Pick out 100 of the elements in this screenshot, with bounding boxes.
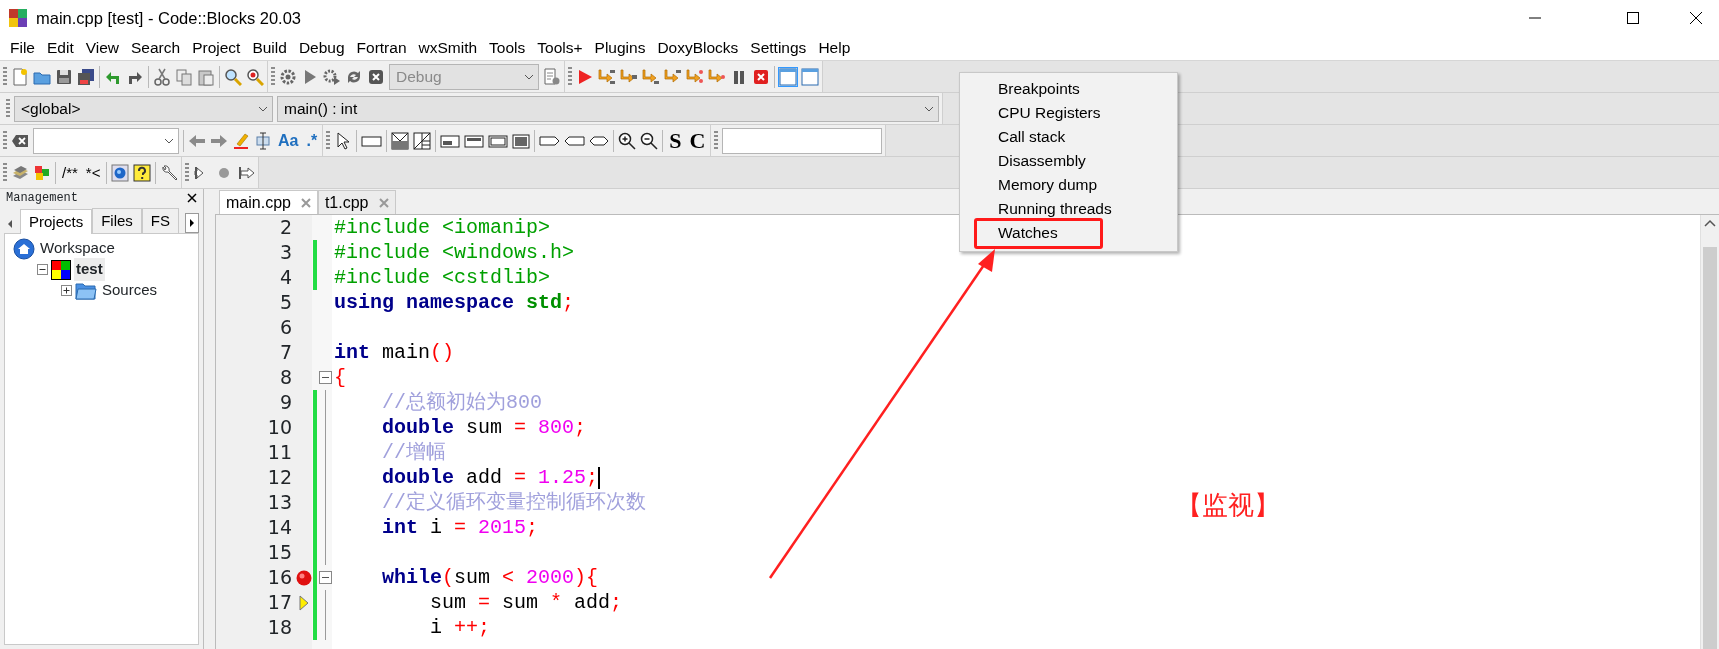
toolbar-grip[interactable] (568, 66, 572, 87)
style-button[interactable]: S (667, 130, 684, 151)
line-number: 16 (266, 565, 293, 590)
menu-item[interactable]: View (79, 37, 126, 59)
style-button[interactable]: C (687, 130, 708, 151)
code-line: int i = 2015; (381, 515, 539, 540)
fold-icon[interactable] (318, 371, 332, 384)
panel-tab[interactable]: Projects (20, 208, 93, 234)
toolbar-grip[interactable] (271, 66, 275, 87)
menu-item[interactable]: Breakpoints (960, 77, 1177, 101)
line-number: 18 (266, 615, 293, 640)
menu-item[interactable]: Tools+ (531, 37, 589, 59)
menu-item[interactable]: Fortran (350, 37, 413, 59)
toolbar-grip[interactable] (3, 162, 7, 183)
input-field[interactable] (722, 127, 883, 154)
blocks-icon[interactable] (33, 163, 51, 182)
menu-item[interactable]: Tools (483, 37, 532, 59)
symbol-dropdown[interactable]: main() : int (277, 95, 939, 122)
selection-icon[interactable] (254, 131, 272, 150)
collapse-icon[interactable] (37, 264, 48, 275)
menu-item[interactable]: Disassembly (960, 149, 1177, 173)
code-line: //总额初始为800 (381, 390, 543, 415)
expand-icon[interactable] (61, 285, 72, 296)
shape-icon[interactable] (413, 131, 432, 150)
menu-item[interactable]: Settings (744, 37, 813, 59)
tree-item[interactable]: Sources (100, 279, 160, 302)
menu-item[interactable]: wxSmith (412, 37, 484, 59)
curved-arrow-icon[interactable] (598, 67, 616, 86)
menu-item[interactable]: File (4, 37, 41, 59)
paste-icon[interactable] (197, 67, 215, 86)
match-case-button[interactable]: Aa (276, 130, 301, 151)
regex-button[interactable]: .* (304, 130, 320, 151)
globe-icon[interactable] (111, 163, 130, 182)
toolbar-grip[interactable] (3, 66, 7, 87)
tree-item[interactable]: Workspace (38, 237, 117, 260)
search-icon[interactable] (224, 67, 242, 86)
debug-icon[interactable] (576, 67, 594, 86)
caret-icon (924, 105, 934, 112)
code-line: sum = sum * add; (429, 590, 623, 615)
curved-arrow-icon[interactable] (664, 67, 682, 86)
toolbar-grip[interactable] (6, 98, 10, 119)
curved-arrow-icon[interactable] (642, 67, 660, 86)
abort-icon[interactable] (367, 67, 385, 86)
code-line: while(sum < 2000){ (381, 565, 599, 590)
window-icon[interactable] (801, 67, 819, 86)
line-number: 11 (266, 440, 293, 465)
fold-icon[interactable] (318, 571, 332, 584)
menu-item[interactable]: Call stack (960, 125, 1177, 149)
code-line: #include <cstdlib> (333, 265, 551, 290)
editor-tab[interactable]: t1.cpp (317, 190, 396, 214)
menu-item[interactable]: Memory dump (960, 173, 1177, 197)
tree-item[interactable]: test (74, 258, 105, 281)
menu-item[interactable]: Debug (292, 37, 351, 59)
menu-item[interactable]: Search (125, 37, 187, 59)
document-gear-icon[interactable] (543, 67, 561, 86)
zoom-in-icon[interactable] (618, 131, 637, 150)
wrench-icon[interactable] (160, 163, 179, 182)
toolbar-grip[interactable] (326, 130, 331, 151)
scrollbar-thumb[interactable] (1703, 247, 1717, 649)
stop-icon[interactable] (752, 67, 770, 86)
shape-icon[interactable] (391, 131, 410, 150)
menu-item[interactable]: Watches (960, 221, 1177, 245)
comment-button[interactable]: *< (83, 162, 103, 183)
toolbar-grip[interactable] (185, 162, 190, 183)
comment-button[interactable]: /** (60, 162, 80, 183)
menu-item[interactable]: Plugins (588, 37, 652, 59)
curved-arrow-icon[interactable] (686, 67, 704, 86)
books-icon[interactable] (11, 163, 29, 182)
save-icon[interactable] (55, 67, 73, 86)
cut-icon[interactable] (153, 67, 171, 86)
gear-play-icon[interactable] (323, 67, 341, 86)
scroll-right-icon[interactable] (185, 213, 199, 233)
close-icon[interactable] (187, 193, 197, 203)
code-line: #include <iomanip> (333, 215, 551, 240)
toolbar-grip[interactable] (3, 130, 7, 151)
toolbar-grip[interactable] (714, 130, 719, 151)
menu-item[interactable]: Running threads (960, 197, 1177, 221)
menu-item[interactable]: Edit (41, 37, 80, 59)
menu-item[interactable]: DoxyBlocks (651, 37, 745, 59)
panel-tab[interactable]: Files (92, 207, 142, 233)
scope-dropdown[interactable]: <global> (14, 95, 273, 122)
copy-icon[interactable] (175, 67, 193, 86)
window-icon[interactable] (779, 67, 797, 86)
breakpoint-icon[interactable] (296, 569, 312, 586)
curved-arrow-icon[interactable] (708, 67, 726, 86)
caret-icon (524, 73, 534, 80)
menu-item[interactable]: Help (812, 37, 857, 59)
menu-item[interactable]: Project (186, 37, 247, 59)
menu-item[interactable]: CPU Registers (960, 101, 1177, 125)
replace-icon[interactable] (246, 67, 264, 86)
home-icon (13, 237, 35, 260)
zoom-out-icon[interactable] (640, 131, 659, 150)
save-all-icon[interactable] (77, 67, 95, 86)
editor-tab[interactable]: main.cpp (219, 190, 318, 214)
settings-icon[interactable] (279, 67, 297, 86)
panel-tab[interactable]: FS (141, 207, 180, 233)
curved-arrow-icon[interactable] (620, 67, 638, 86)
pen-icon[interactable] (232, 131, 250, 150)
menu-item[interactable]: Build (246, 37, 293, 59)
help-icon[interactable] (133, 163, 152, 182)
